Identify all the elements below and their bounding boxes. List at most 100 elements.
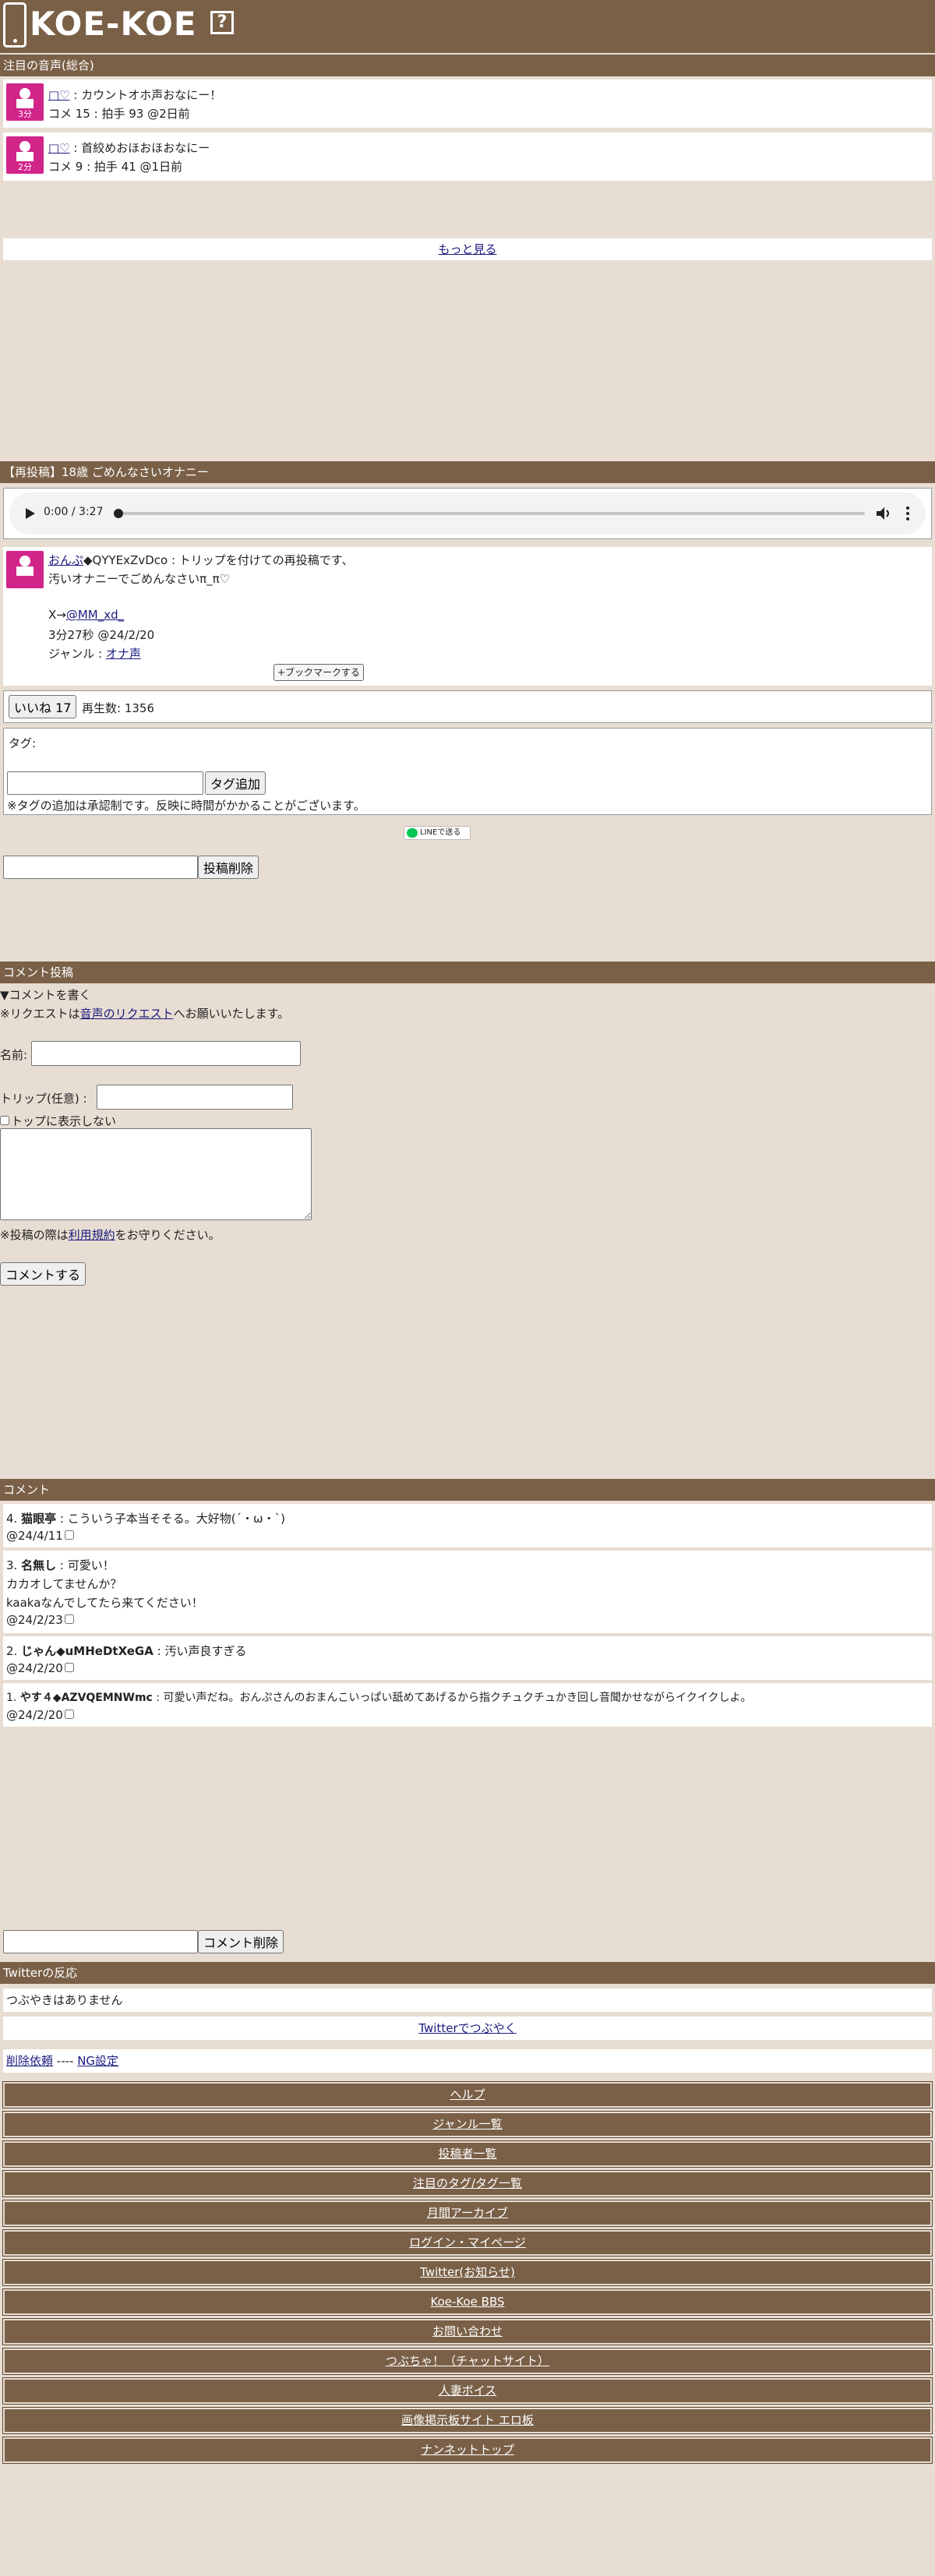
terms-link[interactable]: 利用規約 xyxy=(69,1228,115,1242)
tag-box: タグ: タグ追加 ※タグの追加は承認制です。反映に時間がかかることがございます。 xyxy=(3,728,932,815)
audio-time: 0:00 / 3:27 xyxy=(44,506,104,518)
footer-link-nannet[interactable]: ナンネットトップ xyxy=(2,2437,933,2464)
footer-link-bbs[interactable]: Koe-Koe BBS xyxy=(2,2288,933,2316)
name-label: 名前: xyxy=(0,1048,28,1062)
audio-scrubber[interactable] xyxy=(114,509,123,518)
request-link[interactable]: 音声のリクエスト xyxy=(80,1007,174,1021)
bookmark-button[interactable]: +ブックマークする xyxy=(273,664,365,681)
comment-toggle[interactable]: ▼コメントを書く xyxy=(0,986,91,1003)
more-options-icon[interactable] xyxy=(905,506,910,521)
play-icon[interactable] xyxy=(25,507,36,520)
tag-input[interactable] xyxy=(7,771,203,795)
more-row: もっと見る xyxy=(3,238,932,260)
footer-link-hitozuma[interactable]: 人妻ボイス xyxy=(2,2377,933,2405)
comment-form-heading: コメント投稿 xyxy=(0,962,935,983)
comment-date: @24/2/20 xyxy=(6,1661,63,1675)
request-note: ※リクエストは音声のリクエストへお願いいたします。 xyxy=(0,1007,290,1021)
genre-label: ジャンル : xyxy=(48,647,106,661)
comment-date: @24/4/11 xyxy=(6,1529,63,1543)
author-link[interactable]: □♡ xyxy=(48,88,70,102)
tag-note: ※タグの追加は承認制です。反映に時間がかかることがございます。 xyxy=(7,799,365,813)
post-heading: 【再投稿】18歳 ごめんなさいオナニー xyxy=(0,461,935,483)
hide-top-row: トップに表示しない xyxy=(0,1113,116,1129)
admin-links: 削除依頼 ---- NG設定 xyxy=(3,2049,932,2073)
footer-link-tags[interactable]: 注目のタグ/タグ一覧 xyxy=(2,2170,933,2197)
footer-link-image-board[interactable]: 画像掲示板サイト エロ板 xyxy=(2,2407,933,2434)
comment-textarea[interactable] xyxy=(0,1128,312,1220)
post-desc-2: 汚いオナニーでごめんなさいπ_π♡ xyxy=(48,572,231,586)
footer-link-chat[interactable]: つぶちゃ！（チャットサイト） xyxy=(2,2348,933,2375)
footer-link-archive[interactable]: 月間アーカイブ xyxy=(2,2200,933,2227)
comment-item: 4. 猫眼亭 : こういう子本当そそる。大好物(´・ω・`) @24/4/11 xyxy=(3,1504,932,1547)
comment-date: @24/2/23 xyxy=(6,1613,63,1627)
post-desc-1: トリップを付けての再投稿です、 xyxy=(178,553,354,567)
tweet-link[interactable]: Twitterでつぶやく xyxy=(418,2021,516,2035)
voice-title: カウントオホ声おなにー！ xyxy=(81,88,222,102)
audio-player[interactable]: 0:00 / 3:27 xyxy=(9,492,926,535)
comment-select-checkbox[interactable] xyxy=(64,1710,74,1719)
comment-text: カカオしてませんか？ xyxy=(6,1577,122,1591)
name-input[interactable] xyxy=(31,1041,301,1066)
footer-link-genres[interactable]: ジャンル一覧 xyxy=(2,2111,933,2138)
delete-request-link[interactable]: 削除依頼 xyxy=(6,2054,53,2068)
line-icon xyxy=(407,828,418,838)
help-button[interactable]: ? xyxy=(210,11,234,34)
play-count: 再生数: 1356 xyxy=(82,701,154,715)
voice-title: 首絞めおほおほおなにー xyxy=(81,141,210,155)
like-row: いいね 17 再生数: 1356 xyxy=(3,690,932,723)
volume-icon[interactable] xyxy=(876,506,891,520)
audio-progress[interactable] xyxy=(118,512,865,515)
site-logo[interactable]: KOE-KOE xyxy=(30,5,197,43)
post-meta: 3分27秒 @24/2/20 xyxy=(48,628,155,642)
ng-settings-link[interactable]: NG設定 xyxy=(77,2054,118,2068)
comment-delete-password[interactable] xyxy=(3,1930,198,1953)
post-delete-password[interactable] xyxy=(3,856,198,879)
post-detail: おんぷ◆QYYExZvDco : トリップを付けての再投稿です、 汚いオナニーで… xyxy=(3,547,932,686)
comment-select-checkbox[interactable] xyxy=(64,1663,74,1672)
voice-stats: コメ 15 : 拍手 93 @2日前 xyxy=(48,107,190,121)
commenter-name: 猫眼亭 xyxy=(21,1512,57,1526)
comment-item: 3. 名無し : 可愛い！ カカオしてませんか？ kaakaなんでしてたら来てく… xyxy=(3,1551,932,1633)
site-header: KOE-KOE ? xyxy=(0,0,935,53)
hide-top-label: トップに表示しない xyxy=(11,1114,117,1128)
comment-item: 2. じゃん◆uMHeDtXeGA : 汚い声良すぎる @24/2/20 xyxy=(3,1636,932,1680)
comment-submit-button[interactable]: コメントする xyxy=(0,1262,86,1286)
voice-thumbnail-icon[interactable]: 2分 xyxy=(6,136,44,174)
line-share-label: LINEで送る xyxy=(420,828,461,837)
voice-stats: コメ 9 : 拍手 41 @1日前 xyxy=(48,160,183,174)
comment-text: kaakaなんでしてたら来てください！ xyxy=(6,1596,203,1610)
genre-link[interactable]: オナ声 xyxy=(106,647,141,661)
featured-item: 3分 □♡ : カウントオホ声おなにー！ コメ 15 : 拍手 93 @2日前 xyxy=(3,79,932,128)
trip-input[interactable] xyxy=(97,1085,293,1110)
line-share-button[interactable]: LINEで送る xyxy=(404,826,471,840)
x-handle-link[interactable]: @MM_xd_ xyxy=(66,608,124,622)
comment-item: 1. やす４◆AZVQEMNWmc : 可愛い声だね。おんぷさんのおまんこいっぱ… xyxy=(3,1683,932,1727)
author-link[interactable]: おんぷ xyxy=(48,553,83,567)
trip-label: トリップ(任意) : xyxy=(0,1092,87,1106)
footer-link-contact[interactable]: お問い合わせ xyxy=(2,2318,933,2345)
comment-delete-button[interactable]: コメント削除 xyxy=(198,1930,284,1953)
duration-label: 3分 xyxy=(18,109,32,119)
commenter-name: 名無し xyxy=(21,1558,57,1572)
footer-link-posters[interactable]: 投稿者一覧 xyxy=(2,2140,933,2168)
phone-icon xyxy=(3,2,26,48)
tag-add-button[interactable]: タグ追加 xyxy=(205,771,266,795)
footer-link-help[interactable]: ヘルプ xyxy=(2,2081,933,2108)
footer-link-twitter[interactable]: Twitter(お知らせ) xyxy=(2,2259,933,2286)
post-delete-button[interactable]: 投稿削除 xyxy=(198,856,259,879)
comments-heading: コメント xyxy=(0,1479,935,1501)
hide-top-checkbox[interactable] xyxy=(0,1116,9,1125)
comment-select-checkbox[interactable] xyxy=(64,1614,74,1624)
duration-label: 2分 xyxy=(18,162,32,172)
comment-text: 可愛い声だね。おんぷさんのおまんこいっぱい舐めてあげるから指クチュクチュかき回し… xyxy=(163,1692,752,1704)
comment-select-checkbox[interactable] xyxy=(64,1530,74,1540)
commenter-name: じゃん◆uMHeDtXeGA xyxy=(21,1644,153,1658)
like-button[interactable]: いいね 17 xyxy=(9,695,77,718)
featured-item: 2分 □♡ : 首絞めおほおほおなにー コメ 9 : 拍手 41 @1日前 xyxy=(3,132,932,181)
tag-label: タグ: xyxy=(9,736,37,750)
footer-link-login[interactable]: ログイン・マイページ xyxy=(2,2229,933,2257)
more-link[interactable]: もっと見る xyxy=(438,242,496,256)
author-link[interactable]: □♡ xyxy=(48,141,70,155)
commenter-name: やす４◆AZVQEMNWmc xyxy=(19,1692,153,1704)
voice-thumbnail-icon[interactable]: 3分 xyxy=(6,83,44,121)
